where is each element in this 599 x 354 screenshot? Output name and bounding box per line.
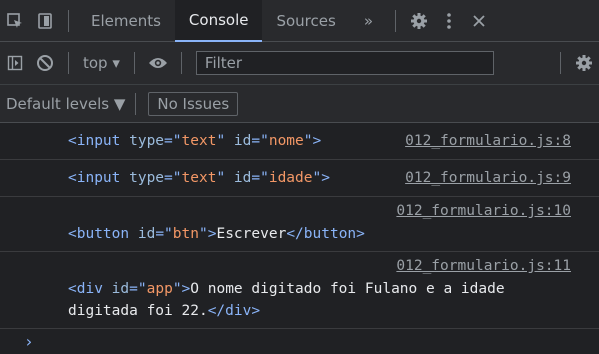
divider xyxy=(135,92,137,115)
filter-input[interactable] xyxy=(195,51,494,75)
issues-button[interactable]: No Issues xyxy=(148,91,239,116)
default-levels-dropdown[interactable]: Default levels ▼ xyxy=(6,95,125,113)
console-toolbar: top ▾ xyxy=(0,42,599,85)
devtools-tabbar: Elements Console Sources » xyxy=(0,0,599,42)
divider xyxy=(68,9,69,32)
tab-console[interactable]: Console xyxy=(174,0,263,42)
source-link[interactable]: 012_formulario.js:11 xyxy=(68,258,571,274)
device-toolbar-icon[interactable] xyxy=(30,0,60,42)
divider xyxy=(180,52,182,74)
divider xyxy=(68,52,69,74)
tab-sources[interactable]: Sources xyxy=(262,0,349,42)
prompt-chevron-icon: › xyxy=(24,332,34,351)
console-messages: <input type="text" id="nome"> 012_formul… xyxy=(0,123,599,354)
sidebar-toggle-icon[interactable] xyxy=(0,42,30,84)
console-message: <input type="text" id="nome"> 012_formul… xyxy=(0,123,599,160)
console-message: 012_formulario.js:10 <button id="btn">Es… xyxy=(0,197,599,252)
context-selector[interactable]: top ▾ xyxy=(77,54,126,72)
message-text: <div id="app">O nome digitado foi Fulano… xyxy=(68,281,505,297)
close-icon[interactable] xyxy=(464,0,494,42)
console-settings-gear-icon[interactable] xyxy=(569,42,599,84)
message-text: <input type="text" id="nome"> xyxy=(68,133,322,149)
console-message: <input type="text" id="idade"> 012_formu… xyxy=(0,160,599,197)
inspect-element-icon[interactable] xyxy=(0,0,30,42)
source-link[interactable]: 012_formulario.js:9 xyxy=(405,170,571,186)
tab-elements[interactable]: Elements xyxy=(77,0,175,42)
divider xyxy=(395,9,396,32)
settings-gear-icon[interactable] xyxy=(404,0,434,42)
message-text: <input type="text" id="idade"> xyxy=(68,170,330,186)
source-link[interactable]: 012_formulario.js:8 xyxy=(405,133,571,149)
kebab-menu-icon[interactable] xyxy=(434,0,464,42)
levels-bar: Default levels ▼ No Issues xyxy=(0,85,599,123)
divider xyxy=(560,52,561,74)
source-link[interactable]: 012_formulario.js:10 xyxy=(68,203,571,219)
divider xyxy=(133,52,135,74)
console-message: 012_formulario.js:11 <div id="app">O nom… xyxy=(0,252,599,329)
message-text: <button id="btn">Escrever</button> xyxy=(68,226,365,242)
context-label: top xyxy=(83,54,108,72)
more-tabs-button[interactable]: » xyxy=(350,0,387,42)
live-expression-eye-icon[interactable] xyxy=(143,42,173,84)
clear-console-icon[interactable] xyxy=(30,42,60,84)
console-prompt[interactable]: › xyxy=(0,329,599,354)
message-text: digitada foi 22.</div> xyxy=(68,303,261,319)
